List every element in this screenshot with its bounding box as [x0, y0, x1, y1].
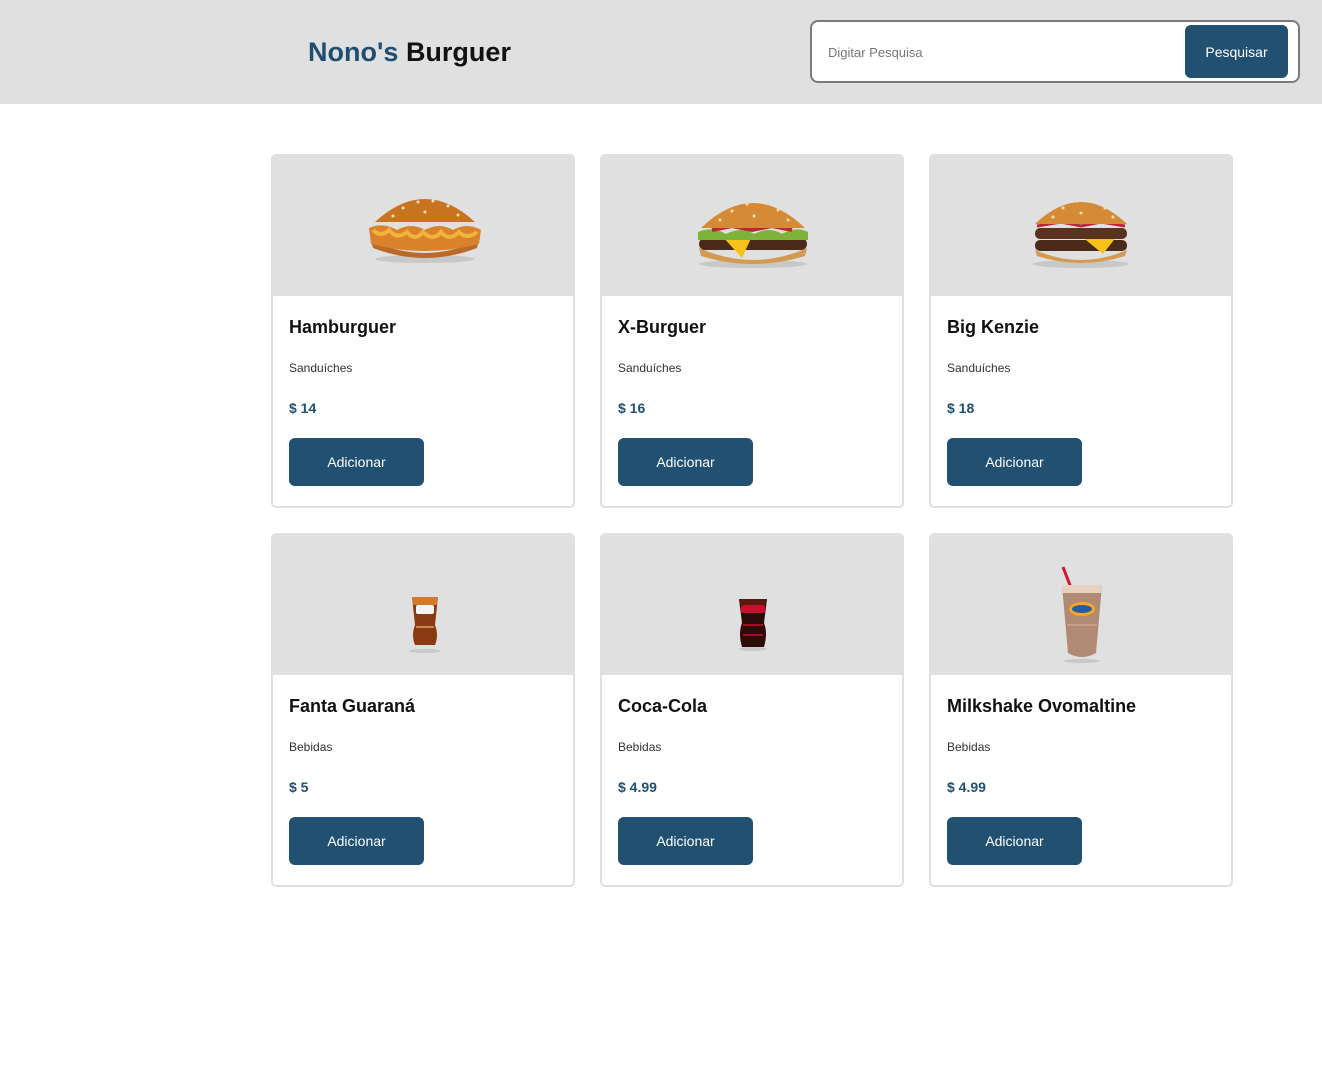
product-category: Bebidas [947, 740, 991, 754]
product-price: $ 5 [289, 779, 309, 795]
product-card: Milkshake Ovomaltine Bebidas $ 4.99 Adic… [929, 533, 1233, 887]
search-input[interactable] [828, 36, 1168, 68]
product-name: Milkshake Ovomaltine [947, 696, 1137, 716]
brand-second-word: Burguer [405, 37, 511, 67]
double-burger-image [1033, 198, 1129, 268]
product-category: Sanduíches [618, 361, 682, 375]
product-category: Sanduíches [289, 361, 353, 375]
product-price: $ 4.99 [947, 779, 986, 795]
search-button[interactable]: Pesquisar [1185, 25, 1288, 78]
product-name: Big Kenzie [947, 317, 1040, 337]
product-image-area [273, 535, 573, 675]
product-image-area [931, 535, 1231, 675]
product-image-area [273, 156, 573, 296]
product-name: Fanta Guaraná [289, 696, 416, 716]
product-card: X-Burguer Sanduíches $ 16 Adicionar [600, 154, 904, 508]
product-price: $ 16 [618, 400, 646, 416]
add-to-cart-button[interactable]: Adicionar [618, 817, 753, 865]
search-bar: Pesquisar [810, 20, 1300, 83]
product-category: Bebidas [289, 740, 333, 754]
product-name: X-Burguer [618, 317, 707, 337]
product-image-area [931, 156, 1231, 296]
product-card: Coca-Cola Bebidas $ 4.99 Adicionar [600, 533, 904, 887]
add-to-cart-button[interactable]: Adicionar [947, 438, 1082, 486]
cheeseburger-image [698, 200, 808, 268]
add-to-cart-button[interactable]: Adicionar [289, 438, 424, 486]
add-to-cart-button[interactable]: Adicionar [289, 817, 424, 865]
product-price: $ 14 [289, 400, 317, 416]
brand-logo[interactable]: Nono's Burguer [308, 34, 511, 70]
add-to-cart-button[interactable]: Adicionar [618, 438, 753, 486]
product-name: Hamburguer [289, 317, 397, 337]
product-image-area [602, 156, 902, 296]
product-card: Fanta Guaraná Bebidas $ 5 Adicionar [271, 533, 575, 887]
milkshake-image [1061, 566, 1102, 663]
product-card: Big Kenzie Sanduíches $ 18 Adicionar [929, 154, 1233, 508]
product-price: $ 4.99 [618, 779, 657, 795]
add-to-cart-button[interactable]: Adicionar [947, 817, 1082, 865]
product-category: Sanduíches [947, 361, 1011, 375]
hamburger-image [369, 199, 481, 263]
product-price: $ 18 [947, 400, 975, 416]
header: Nono's Burguer Pesquisar [0, 0, 1322, 104]
brand-first-word: Nono's [308, 37, 399, 67]
product-image-area [602, 535, 902, 675]
product-category: Bebidas [618, 740, 662, 754]
product-name: Coca-Cola [618, 696, 708, 716]
product-card: Hamburguer Sanduíches $ 14 Adicionar [271, 154, 575, 508]
cola-glass-image [739, 599, 767, 651]
soda-glass-image [409, 597, 441, 653]
